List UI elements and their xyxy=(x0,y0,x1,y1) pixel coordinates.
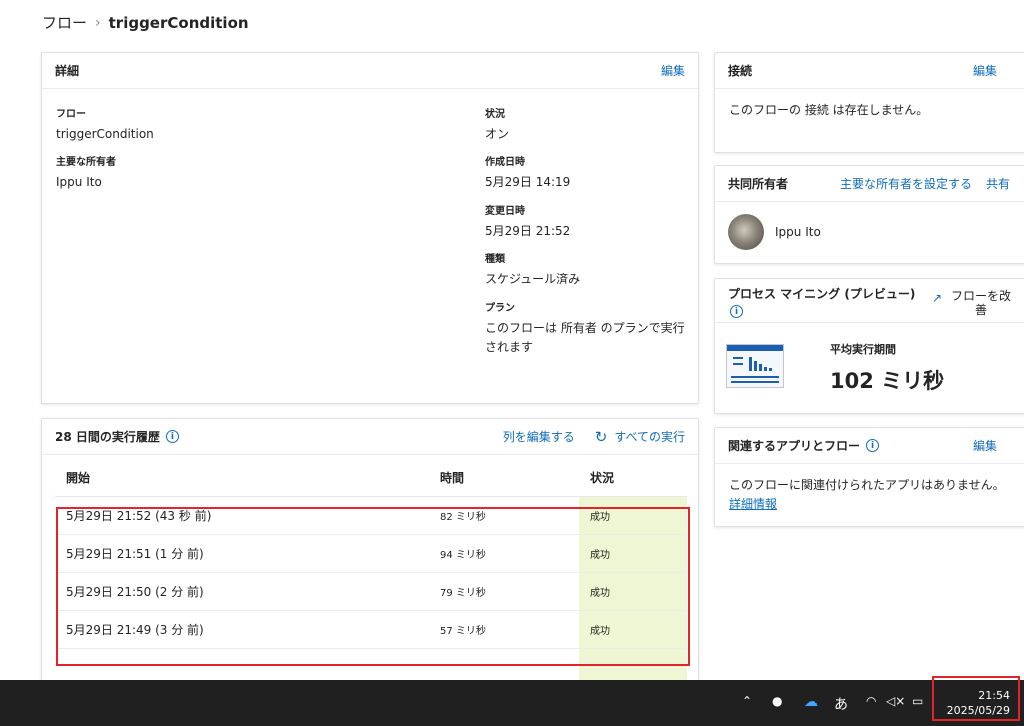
owner-label: 主要な所有者 xyxy=(56,157,116,168)
table-header: 開始 時間 状況 xyxy=(55,459,687,497)
mining-title: プロセス マイニング (プレビュー) xyxy=(728,287,916,301)
improve-flow-link[interactable]: フローを改善 xyxy=(951,289,1011,317)
edit-columns-link[interactable]: 列を編集する xyxy=(503,428,575,445)
flow-label: フロー xyxy=(56,109,86,120)
related-message: このフローに関連付けられたアプリはありません。 xyxy=(729,478,1005,492)
cloud-icon[interactable]: ☁ xyxy=(804,694,818,710)
chart-thumbnail-icon xyxy=(726,344,784,388)
share-link[interactable]: 共有 xyxy=(986,175,1010,192)
column-header-duration[interactable]: 時間 xyxy=(427,469,579,486)
modified-label: 変更日時 xyxy=(485,206,525,217)
connections-message: このフローの 接続 は存在しません。 xyxy=(729,103,929,117)
modified-value: 5月29日 21:52 xyxy=(485,224,571,238)
breadcrumb: フロー › triggerCondition xyxy=(42,12,249,33)
breadcrumb-current: triggerCondition xyxy=(108,13,249,32)
avatar[interactable] xyxy=(728,214,764,250)
metric-value: 102 ミリ秒 xyxy=(830,369,945,393)
chevron-up-icon[interactable]: ⌃ xyxy=(742,694,752,708)
info-icon[interactable]: i xyxy=(730,305,743,318)
taskbar: ⌃ ● ☁ あ ◠ ◁× ▭ 21:54 2025/05/29 xyxy=(0,676,1024,726)
created-label: 作成日時 xyxy=(485,157,525,168)
info-icon[interactable]: i xyxy=(165,430,179,443)
connections-card: 接続 編集 このフローの 接続 は存在しません。 xyxy=(714,52,1024,153)
clock-highlight-box xyxy=(932,676,1020,721)
history-title: 28 日間の実行履歴 xyxy=(55,430,160,444)
chevron-right-icon: › xyxy=(95,14,101,31)
refresh-icon[interactable]: ↻ xyxy=(595,428,608,446)
status-value: オン xyxy=(485,127,510,141)
breadcrumb-root[interactable]: フロー xyxy=(42,12,87,33)
details-title: 詳細 xyxy=(55,64,80,78)
connections-edit-link[interactable]: 編集 xyxy=(973,62,997,79)
details-card: 詳細 編集 フロー triggerCondition 主要な所有者 Ippu I… xyxy=(41,52,699,404)
set-primary-owner-link[interactable]: 主要な所有者を設定する xyxy=(840,175,972,192)
plan-label: プラン xyxy=(485,303,515,314)
owner-value: Ippu Ito xyxy=(56,175,102,189)
related-apps-card: 関連するアプリとフロー i 編集 このフローに関連付けられたアプリはありません。… xyxy=(714,427,1024,527)
highlight-box xyxy=(56,507,690,666)
created-value: 5月29日 14:19 xyxy=(485,175,571,189)
plan-value: このフローは 所有者 のプランで実行されます xyxy=(485,321,685,354)
type-value: スケジュール済み xyxy=(485,272,581,286)
battery-icon[interactable]: ▭ xyxy=(912,694,923,708)
status-label: 状況 xyxy=(485,109,505,120)
speaker-muted-icon[interactable]: ◁× xyxy=(886,694,905,708)
coowners-card: 共同所有者 主要な所有者を設定する 共有 Ippu Ito xyxy=(714,165,1024,264)
coowners-title: 共同所有者 xyxy=(728,177,789,191)
all-runs-link[interactable]: すべての実行 xyxy=(614,428,685,445)
learn-more-link[interactable]: 詳細情報 xyxy=(729,495,1019,514)
column-header-status[interactable]: 状況 xyxy=(579,459,687,496)
external-link-icon[interactable]: ↗ xyxy=(932,291,942,305)
flow-details-page: フロー › triggerCondition 詳細 編集 フロー trigger… xyxy=(0,0,1024,688)
details-edit-link[interactable]: 編集 xyxy=(661,62,685,79)
ime-indicator[interactable]: あ xyxy=(834,694,848,714)
column-header-start[interactable]: 開始 xyxy=(55,469,427,486)
process-mining-card: プロセス マイニング (プレビュー) i ↗ フローを改善 平均実行期間 102… xyxy=(714,278,1024,414)
info-icon[interactable]: i xyxy=(866,439,880,452)
security-icon[interactable]: ● xyxy=(772,694,782,708)
metric-label: 平均実行期間 xyxy=(830,343,896,356)
wifi-icon[interactable]: ◠ xyxy=(866,694,876,708)
flow-value: triggerCondition xyxy=(56,127,154,141)
related-edit-link[interactable]: 編集 xyxy=(973,437,997,454)
coowner-name: Ippu Ito xyxy=(775,224,821,239)
related-title: 関連するアプリとフロー xyxy=(728,439,861,453)
type-label: 種類 xyxy=(485,254,505,265)
connections-title: 接続 xyxy=(728,64,753,78)
